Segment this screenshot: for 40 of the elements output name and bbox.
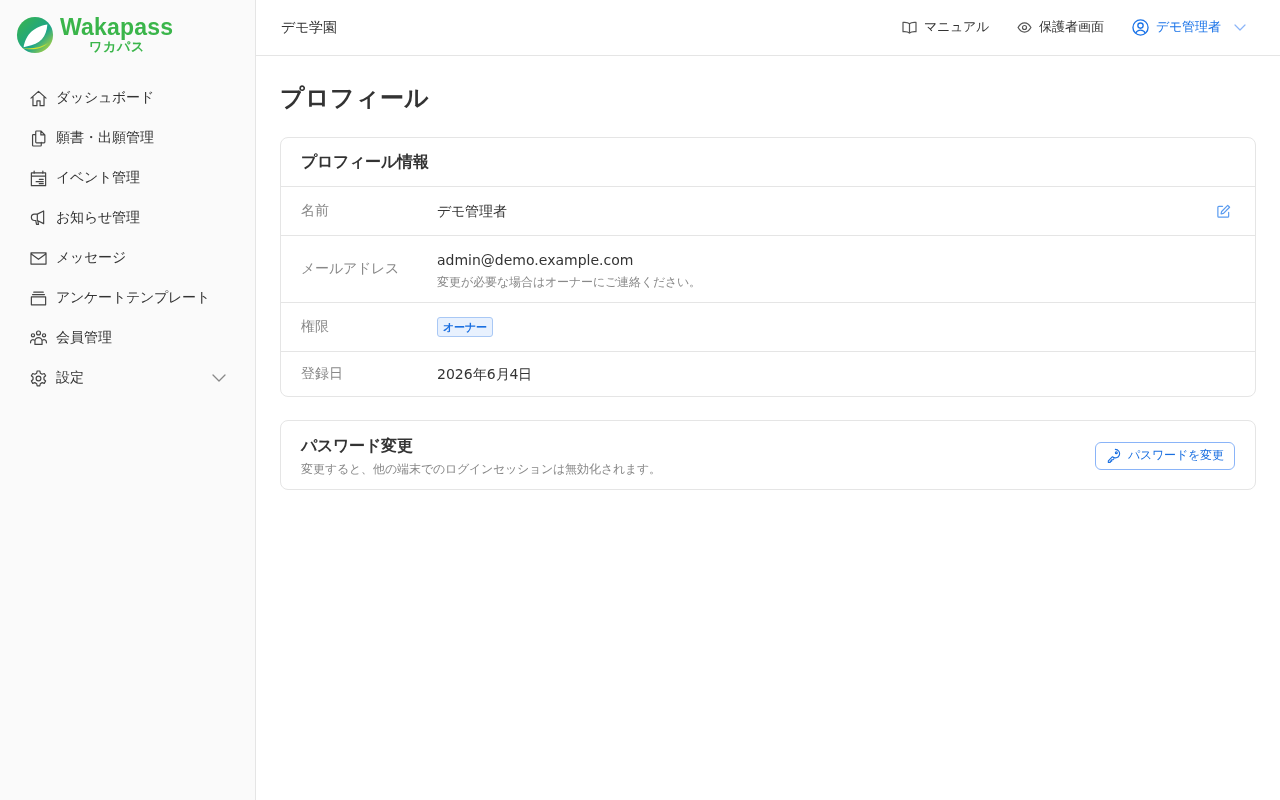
- user-menu[interactable]: デモ管理者: [1132, 19, 1246, 36]
- field-label: 名前: [301, 202, 330, 220]
- sidebar-item[interactable]: 会員管理: [16, 318, 239, 358]
- key-icon: [1106, 448, 1121, 463]
- field-label: メールアドレス: [301, 260, 400, 278]
- sidebar-item[interactable]: イベント管理: [16, 158, 239, 198]
- role-badge: オーナー: [437, 317, 493, 337]
- card-title: パスワード変更: [301, 435, 414, 457]
- sidebar-item[interactable]: アンケートテンプレート: [16, 278, 239, 318]
- calendar-icon: [29, 168, 48, 188]
- field-value: 2026年6月4日: [437, 365, 533, 384]
- gear-icon: [29, 368, 48, 388]
- card-description: 変更すると、他の端末でのログインセッションは無効化されます。: [301, 461, 661, 477]
- card-title: プロフィール情報: [281, 138, 1255, 187]
- change-password-button[interactable]: パスワードを変更: [1095, 441, 1235, 470]
- page-title: プロフィール: [280, 83, 430, 114]
- field-note: 変更が必要な場合はオーナーにご連絡ください。: [437, 274, 701, 290]
- leaf-logo-icon: [16, 16, 54, 54]
- home-icon: [29, 88, 48, 108]
- header-link[interactable]: 保護者画面: [1017, 19, 1104, 36]
- book-icon: [902, 21, 917, 34]
- field-label: 権限: [301, 318, 330, 336]
- header-link[interactable]: マニュアル: [902, 19, 989, 36]
- sidebar-item[interactable]: 願書・出願管理: [16, 118, 239, 158]
- documents-icon: [29, 128, 48, 148]
- chevron-down-icon: [1234, 24, 1246, 31]
- user-circle-icon: [1132, 19, 1149, 36]
- field-value: admin@demo.example.com: [437, 251, 634, 270]
- field-label: 登録日: [301, 365, 344, 383]
- sidebar-item[interactable]: ダッシュボード: [16, 78, 239, 118]
- logo-kana: ワカパス: [88, 39, 145, 54]
- sidebar-item[interactable]: 設定: [16, 358, 239, 398]
- sidebar-item[interactable]: メッセージ: [16, 238, 239, 278]
- users-icon: [29, 328, 48, 348]
- edit-button[interactable]: [1216, 203, 1231, 219]
- eye-icon: [1017, 22, 1032, 33]
- sidebar-item[interactable]: お知らせ管理: [16, 198, 239, 238]
- edit-icon: [1216, 203, 1231, 219]
- school-name: デモ学園: [281, 18, 337, 37]
- field-value: デモ管理者: [437, 202, 507, 221]
